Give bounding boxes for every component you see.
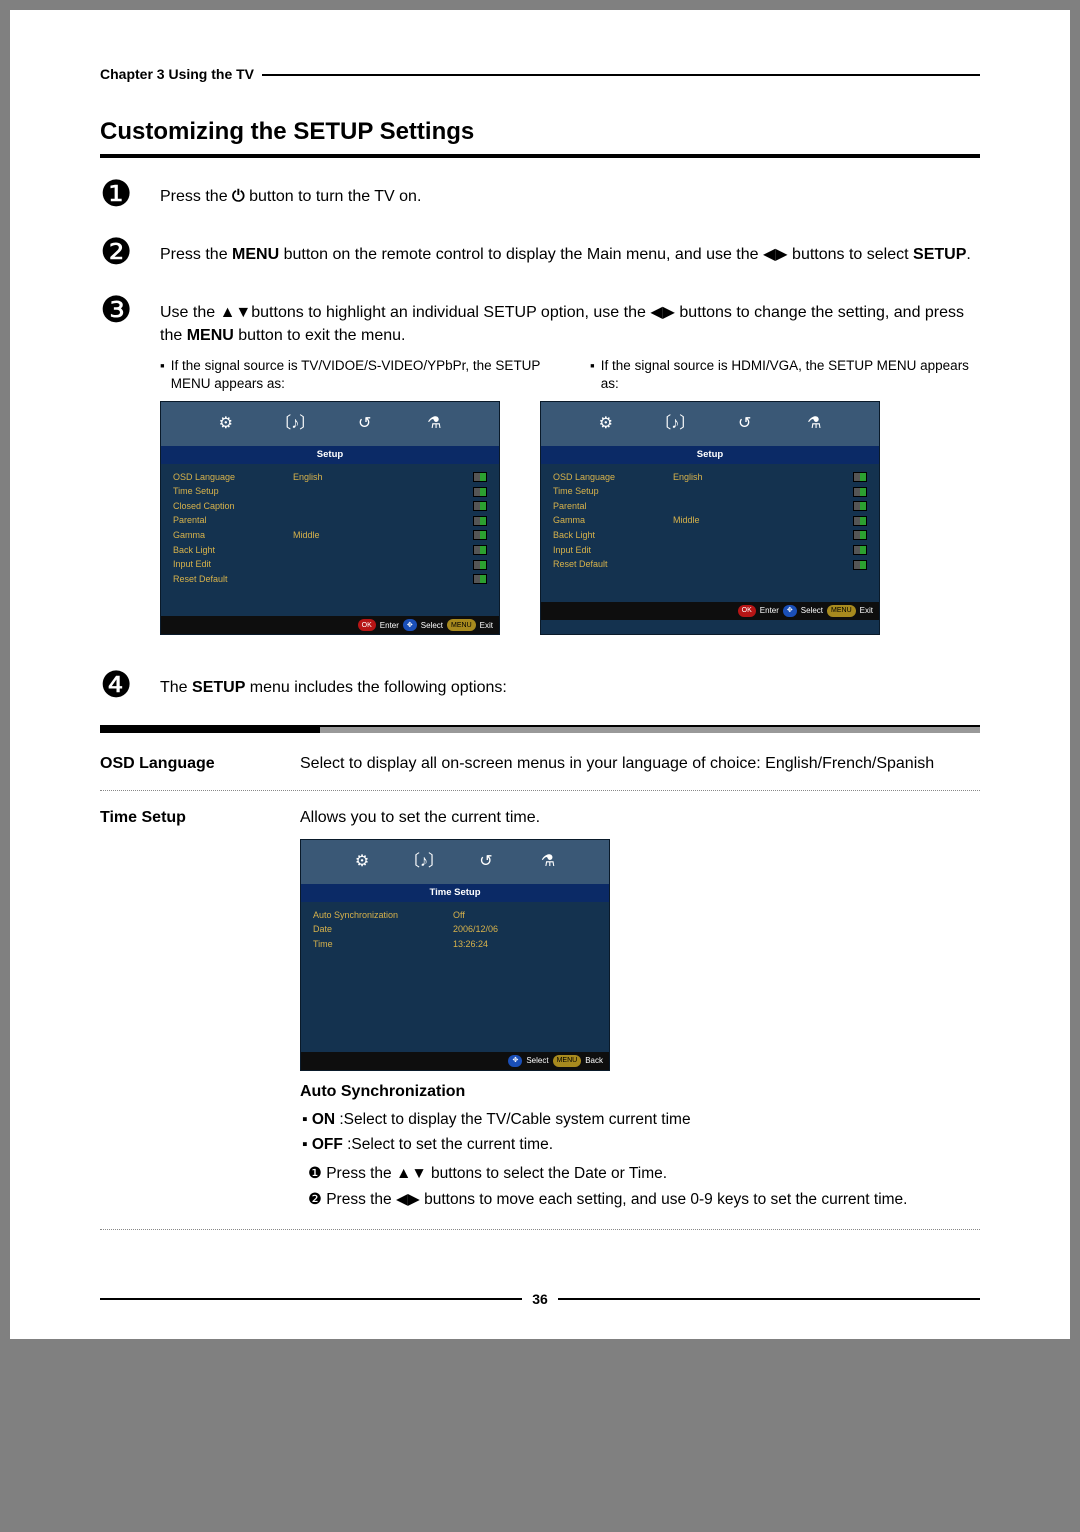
option-desc: Select to display all on-screen menus in… xyxy=(300,753,980,775)
enter-indicator-icon xyxy=(473,530,487,540)
osd-tab-title: Setup xyxy=(541,446,879,463)
chapter-header: Chapter 3 Using the TV xyxy=(100,65,980,85)
osd-icon: ↺ xyxy=(352,411,378,437)
enter-indicator-icon xyxy=(853,516,867,526)
step-3-body: Use the ▲▼buttons to highlight an indivi… xyxy=(160,292,980,645)
enter-indicator-icon xyxy=(853,545,867,555)
step-1-body: Press the ⏻ button to turn the TV on. xyxy=(160,176,980,212)
footer-rule xyxy=(558,1298,980,1300)
enter-indicator-icon xyxy=(473,545,487,555)
option-desc: Allows you to set the current time. ⚙ 〔♪… xyxy=(300,807,980,1215)
title-rule xyxy=(100,154,980,158)
menu-pill-icon: MENU xyxy=(553,1055,582,1067)
osd-tab-icons: ⚙ 〔♪〕 ↺ ⚗ xyxy=(541,402,879,446)
osd-icon: ↺ xyxy=(473,849,499,875)
osd-icon: 〔♪〕 xyxy=(662,411,688,437)
substep-2: ❷ Press the ◀▶ buttons to move each sett… xyxy=(312,1189,980,1211)
enter-indicator-icon xyxy=(473,560,487,570)
enter-indicator-icon xyxy=(473,574,487,584)
footer-rule xyxy=(100,1298,522,1300)
ok-pill-icon: OK xyxy=(358,619,376,631)
step-number-icon: ❷ xyxy=(100,234,160,270)
osd-screenshots-row: ⚙ 〔♪〕 ↺ ⚗ Setup OSD LanguageEnglish Time… xyxy=(160,401,980,635)
option-name: OSD Language xyxy=(100,753,300,775)
osd-icon: ⚙ xyxy=(213,411,239,437)
menu-pill-icon: MENU xyxy=(447,619,476,631)
osd-icon: 〔♪〕 xyxy=(411,849,437,875)
auto-sync-list: ON :Select to display the TV/Cable syste… xyxy=(300,1109,980,1155)
step-4: ❹ The SETUP menu includes the following … xyxy=(100,667,980,703)
osd-body: OSD LanguageEnglish Time Setup Closed Ca… xyxy=(161,464,499,617)
dpad-pill-icon: ✥ xyxy=(403,619,417,631)
osd-icon: ⚗ xyxy=(535,849,561,875)
step-1: ❶ Press the ⏻ button to turn the TV on. xyxy=(100,176,980,212)
option-row-time-setup: Time Setup Allows you to set the current… xyxy=(100,803,980,1230)
osd-setup-b: ⚙ 〔♪〕 ↺ ⚗ Setup OSD LanguageEnglish Time… xyxy=(540,401,880,635)
step-2: ❷ Press the MENU button on the remote co… xyxy=(100,234,980,270)
step-number-icon: ❹ xyxy=(100,667,160,703)
osd-footer: OKEnter ✥Select MENUExit xyxy=(541,602,879,620)
chapter-label: Chapter 3 Using the TV xyxy=(100,65,254,85)
step-number-icon: ❸ xyxy=(100,292,160,645)
substep-1: ❶ Press the ▲▼ buttons to select the Dat… xyxy=(312,1163,980,1185)
page-footer: 36 xyxy=(100,1290,980,1310)
dpad-pill-icon: ✥ xyxy=(508,1055,522,1067)
osd-tab-icons: ⚙ 〔♪〕 ↺ ⚗ xyxy=(301,840,609,884)
menu-pill-icon: MENU xyxy=(827,605,856,617)
osd-icon: ⚙ xyxy=(593,411,619,437)
enter-indicator-icon xyxy=(473,516,487,526)
enter-indicator-icon xyxy=(473,472,487,482)
step-2-body: Press the MENU button on the remote cont… xyxy=(160,234,980,270)
osd-tab-icons: ⚙ 〔♪〕 ↺ ⚗ xyxy=(161,402,499,446)
page-number: 36 xyxy=(532,1290,548,1310)
osd-footer: OKEnter ✥Select MENUExit xyxy=(161,616,499,634)
option-row-osd-language: OSD Language Select to display all on-sc… xyxy=(100,749,980,790)
note-right: ▪If the signal source is HDMI/VGA, the S… xyxy=(590,357,980,393)
ok-pill-icon: OK xyxy=(738,605,756,617)
osd-icon: ⚙ xyxy=(349,849,375,875)
enter-indicator-icon xyxy=(853,472,867,482)
enter-indicator-icon xyxy=(473,501,487,511)
step-3: ❸ Use the ▲▼buttons to highlight an indi… xyxy=(100,292,980,645)
table-header-bar xyxy=(100,727,980,733)
step-number-icon: ❶ xyxy=(100,176,160,212)
osd-setup-a: ⚙ 〔♪〕 ↺ ⚗ Setup OSD LanguageEnglish Time… xyxy=(160,401,500,635)
list-item: OFF :Select to set the current time. xyxy=(312,1134,980,1156)
auto-sync-heading: Auto Synchronization xyxy=(300,1081,980,1103)
dpad-pill-icon: ✥ xyxy=(783,605,797,617)
osd-time-setup: ⚙ 〔♪〕 ↺ ⚗ Time Setup Auto Synchronizatio… xyxy=(300,839,610,1070)
enter-indicator-icon xyxy=(473,487,487,497)
osd-body: OSD LanguageEnglish Time Setup Parental … xyxy=(541,464,879,602)
note-left: ▪If the signal source is TV/VIDOE/S-VIDE… xyxy=(160,357,550,393)
enter-indicator-icon xyxy=(853,487,867,497)
osd-tab-title: Setup xyxy=(161,446,499,463)
enter-indicator-icon xyxy=(853,530,867,540)
manual-page: Chapter 3 Using the TV Customizing the S… xyxy=(10,10,1070,1339)
option-name: Time Setup xyxy=(100,807,300,1215)
enter-indicator-icon xyxy=(853,501,867,511)
options-table: OSD Language Select to display all on-sc… xyxy=(100,725,980,1229)
step-4-body: The SETUP menu includes the following op… xyxy=(160,667,980,703)
osd-tab-title: Time Setup xyxy=(301,884,609,901)
osd-icon: ↺ xyxy=(732,411,758,437)
enter-indicator-icon xyxy=(853,560,867,570)
osd-body: Auto SynchronizationOff Date2006/12/06 T… xyxy=(301,902,609,1052)
power-icon: ⏻ xyxy=(232,188,245,205)
osd-icon: 〔♪〕 xyxy=(282,411,308,437)
osd-footer: ✥Select MENUBack xyxy=(301,1052,609,1070)
list-item: ON :Select to display the TV/Cable syste… xyxy=(312,1109,980,1131)
section-title: Customizing the SETUP Settings xyxy=(100,115,980,149)
osd-icon: ⚗ xyxy=(801,411,827,437)
header-rule xyxy=(262,74,980,76)
osd-icon: ⚗ xyxy=(421,411,447,437)
